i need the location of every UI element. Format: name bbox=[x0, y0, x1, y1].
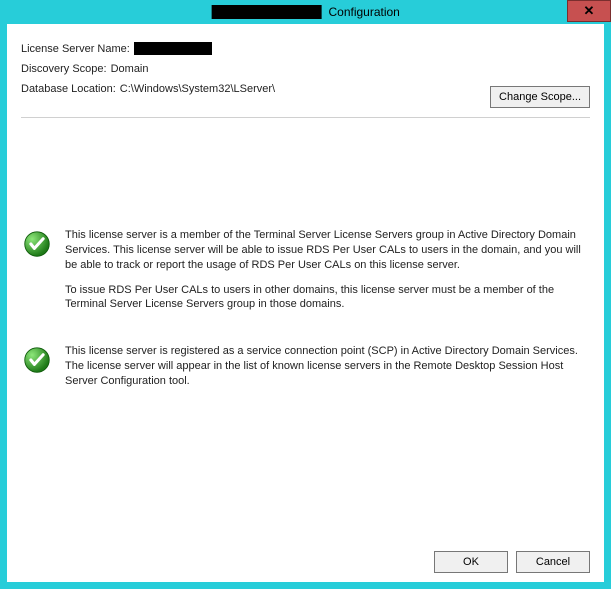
status-section: This license server is a member of the T… bbox=[7, 118, 604, 431]
status-paragraph: This license server is registered as a s… bbox=[65, 344, 588, 389]
database-location-label: Database Location: bbox=[21, 83, 116, 95]
change-scope-button[interactable]: Change Scope... bbox=[490, 86, 590, 108]
checkmark-icon bbox=[23, 346, 51, 377]
status-text: This license server is registered as a s… bbox=[65, 344, 588, 399]
database-location-value: C:\Windows\System32\LServer\ bbox=[120, 83, 275, 95]
discovery-scope-label: Discovery Scope: bbox=[21, 63, 107, 75]
license-server-name-label: License Server Name: bbox=[21, 43, 130, 55]
ok-button[interactable]: OK bbox=[434, 551, 508, 573]
status-item: This license server is registered as a s… bbox=[23, 344, 588, 399]
status-paragraph: This license server is a member of the T… bbox=[65, 228, 588, 273]
client-area: License Server Name: Discovery Scope: Do… bbox=[7, 24, 604, 582]
redacted-title-part bbox=[211, 5, 321, 19]
discovery-scope-row: Discovery Scope: Domain bbox=[21, 63, 590, 75]
cancel-button[interactable]: Cancel bbox=[516, 551, 590, 573]
discovery-scope-value: Domain bbox=[111, 63, 149, 75]
close-icon: ✕ bbox=[584, 3, 595, 19]
titlebar: Configuration ✕ bbox=[0, 0, 611, 24]
info-section: License Server Name: Discovery Scope: Do… bbox=[7, 24, 604, 111]
title-text: Configuration bbox=[328, 5, 399, 19]
dialog-window: Configuration ✕ License Server Name: Dis… bbox=[0, 0, 611, 589]
checkmark-icon bbox=[23, 230, 51, 261]
window-title: Configuration bbox=[211, 5, 400, 20]
license-server-name-value-redacted bbox=[134, 42, 212, 55]
license-server-name-row: License Server Name: bbox=[21, 42, 590, 55]
status-text: This license server is a member of the T… bbox=[65, 228, 588, 322]
close-button[interactable]: ✕ bbox=[567, 0, 611, 22]
status-item: This license server is a member of the T… bbox=[23, 228, 588, 322]
status-paragraph: To issue RDS Per User CALs to users in o… bbox=[65, 283, 588, 313]
button-bar: OK Cancel bbox=[7, 542, 604, 582]
